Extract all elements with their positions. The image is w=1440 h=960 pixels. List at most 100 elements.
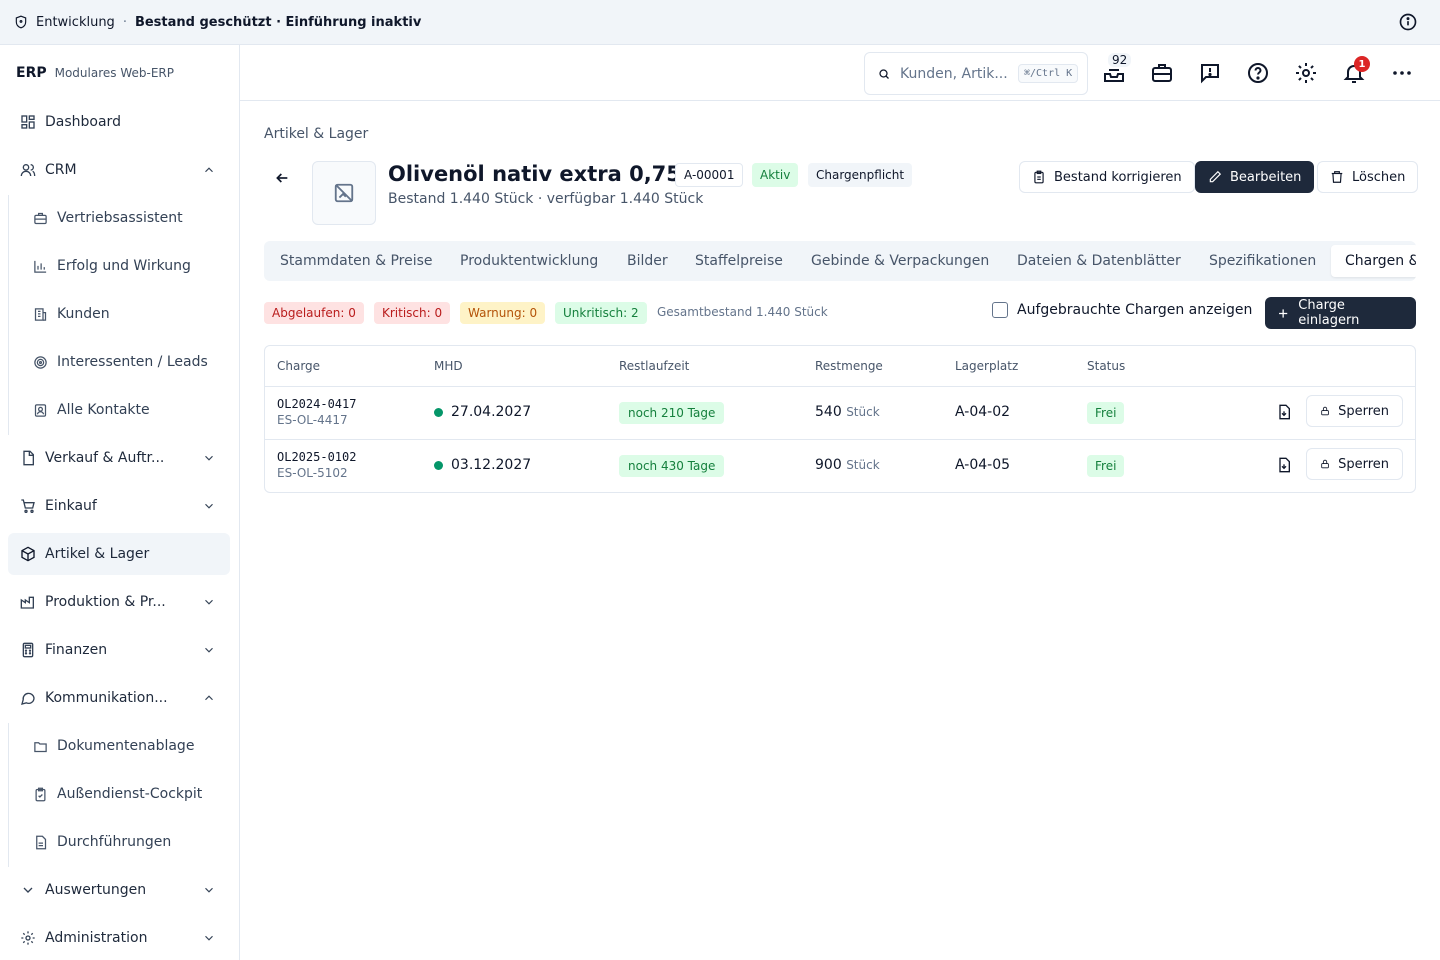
sidebar-item-crm[interactable]: CRM xyxy=(8,149,230,191)
sidebar-item-finanzen[interactable]: Finanzen xyxy=(8,629,230,671)
table-row[interactable]: OL2025-0102 ES-OL-5102 03.12.2027 noch 4… xyxy=(265,439,1415,492)
document-button[interactable] xyxy=(1276,457,1292,473)
button-label: Bearbeiten xyxy=(1230,169,1302,185)
back-button[interactable] xyxy=(274,170,290,186)
brand[interactable]: ERP Modulares Web-ERP xyxy=(0,45,239,101)
lock-batch-button[interactable]: Sperren xyxy=(1306,448,1403,480)
sidebar-item-verkauf[interactable]: Verkauf & Auftr... xyxy=(8,437,230,479)
breadcrumb[interactable]: Artikel & Lager xyxy=(264,126,368,142)
tab-bilder[interactable]: Bilder xyxy=(627,245,668,277)
status-dot xyxy=(434,407,443,417)
contact-icon xyxy=(34,403,47,417)
quantity-unit: Stück xyxy=(846,405,880,419)
search-shortcut: ⌘/Ctrl K xyxy=(1018,64,1079,83)
sidebar-item-label: Kommunikation... xyxy=(45,690,168,706)
button-label: Bestand korrigieren xyxy=(1054,169,1182,185)
file-download-icon xyxy=(1279,457,1290,473)
sidebar-item-vertriebsassistent[interactable]: Vertriebsassistent xyxy=(21,197,230,239)
tab-spezifikationen[interactable]: Spezifikationen xyxy=(1209,245,1316,277)
batch-reference: ES-OL-5102 xyxy=(277,466,348,480)
factory-icon xyxy=(20,596,34,609)
batch-reference: ES-OL-4417 xyxy=(277,413,348,427)
info-icon[interactable] xyxy=(1398,12,1418,32)
chart-icon xyxy=(34,260,47,273)
sidebar-item-aussendienst[interactable]: Außendienst-Cockpit xyxy=(21,773,230,815)
chevron-down-icon xyxy=(205,887,213,893)
correct-stock-button[interactable]: Bestand korrigieren xyxy=(1019,161,1195,193)
button-label: Charge einlagern xyxy=(1298,298,1360,328)
brand-name: ERP xyxy=(16,65,47,81)
sidebar-item-kunden[interactable]: Kunden xyxy=(21,293,230,335)
table-row[interactable]: OL2024-0417 ES-OL-4417 27.04.2027 noch 2… xyxy=(265,386,1415,439)
sidebar-item-dokumentenablage[interactable]: Dokumentenablage xyxy=(21,725,230,767)
document-button[interactable] xyxy=(1276,404,1292,420)
tab-stammdaten[interactable]: Stammdaten & Preise xyxy=(280,245,433,277)
inbox-count: 92 xyxy=(1108,53,1132,67)
clipboard-icon xyxy=(35,787,46,801)
sidebar-item-auswertungen[interactable]: Auswertungen xyxy=(8,869,230,911)
sidebar-item-einkauf[interactable]: Einkauf xyxy=(8,485,230,527)
arrow-left-icon xyxy=(276,173,288,183)
more-button[interactable] xyxy=(1390,61,1414,85)
chevron-up-icon xyxy=(205,695,213,701)
dashboard-icon xyxy=(21,115,35,129)
feedback-button[interactable] xyxy=(1198,61,1222,85)
sidebar-item-label: Kunden xyxy=(57,306,110,322)
tab-bar: Stammdaten & Preise Produktentwicklung B… xyxy=(264,241,1416,281)
briefcase-icon xyxy=(34,212,47,224)
sidebar-item-label: Administration xyxy=(45,930,148,946)
briefcase-button[interactable] xyxy=(1150,61,1174,85)
sidebar-item-label: Auswertungen xyxy=(45,882,147,898)
cart-icon xyxy=(21,499,35,513)
tab-dateien[interactable]: Dateien & Datenblätter xyxy=(1017,245,1181,277)
lock-batch-button[interactable]: Sperren xyxy=(1306,395,1403,427)
chevron-down-icon xyxy=(205,503,213,509)
sidebar-item-kontakte[interactable]: Alle Kontakte xyxy=(21,389,230,431)
sidebar-item-durchfuehrungen[interactable]: Durchführungen xyxy=(21,821,230,863)
sidebar-item-leads[interactable]: Interessenten / Leads xyxy=(21,341,230,383)
sidebar-item-kommunikation[interactable]: Kommunikation... xyxy=(8,677,230,719)
search-input[interactable] xyxy=(900,65,1008,82)
best-before: 03.12.2027 xyxy=(434,457,531,473)
sidebar-item-dashboard[interactable]: Dashboard xyxy=(8,101,230,143)
sidebar-item-label: Außendienst-Cockpit xyxy=(57,786,203,802)
page-title: Olivenöl nativ extra 0,75 l xyxy=(388,162,696,186)
warning-count-chip: Warnung: 0 xyxy=(460,302,546,324)
critical-count-chip: Kritisch: 0 xyxy=(374,302,451,324)
tab-staffelpreise[interactable]: Staffelpreise xyxy=(695,245,783,277)
sidebar-item-artikel-lager[interactable]: Artikel & Lager xyxy=(8,533,230,575)
total-stock: Gesamtbestand 1.440 Stück xyxy=(657,305,828,319)
tab-gebinde[interactable]: Gebinde & Verpackungen xyxy=(811,245,989,277)
environment-status: Bestand geschützt · Einführung inaktiv xyxy=(134,14,422,30)
chevron-down-icon xyxy=(23,887,33,893)
sidebar-item-produktion[interactable]: Produktion & Pr... xyxy=(8,581,230,623)
sidebar-item-label: Dokumentenablage xyxy=(57,738,195,754)
search-icon xyxy=(879,68,889,79)
help-button[interactable] xyxy=(1246,61,1270,85)
show-used-toggle[interactable]: Aufgebrauchte Chargen anzeigen xyxy=(992,302,1252,318)
delete-button[interactable]: Löschen xyxy=(1317,161,1419,193)
document-icon xyxy=(36,835,47,849)
show-used-checkbox[interactable] xyxy=(992,302,1008,318)
image-off-icon xyxy=(334,183,354,203)
sidebar-item-erfolg[interactable]: Erfolg und Wirkung xyxy=(21,245,230,287)
sidebar-item-label: Artikel & Lager xyxy=(45,546,150,562)
chevron-down-icon xyxy=(205,647,213,653)
sidebar-item-label: Erfolg und Wirkung xyxy=(57,258,191,274)
edit-button[interactable]: Bearbeiten xyxy=(1195,161,1315,193)
sidebar-item-administration[interactable]: Administration xyxy=(8,917,230,959)
tab-produktentwicklung[interactable]: Produktentwicklung xyxy=(460,245,598,277)
target-icon xyxy=(34,355,47,369)
briefcase-icon xyxy=(1152,64,1172,82)
global-search[interactable]: ⌘/Ctrl K xyxy=(864,52,1088,95)
column-header-mhd: MHD xyxy=(434,359,463,373)
lock-icon xyxy=(1321,406,1329,416)
settings-button[interactable] xyxy=(1294,61,1318,85)
remaining-time-badge: noch 430 Tage xyxy=(619,455,725,477)
add-batch-button[interactable]: Charge einlagern xyxy=(1265,297,1416,329)
quantity-value: 540 xyxy=(815,404,842,420)
tab-chargen[interactable]: Chargen & xyxy=(1331,245,1416,277)
brand-tagline: Modulares Web-ERP xyxy=(54,66,174,80)
column-header-lagerplatz: Lagerplatz xyxy=(955,359,1019,373)
button-label: Sperren xyxy=(1338,456,1389,472)
